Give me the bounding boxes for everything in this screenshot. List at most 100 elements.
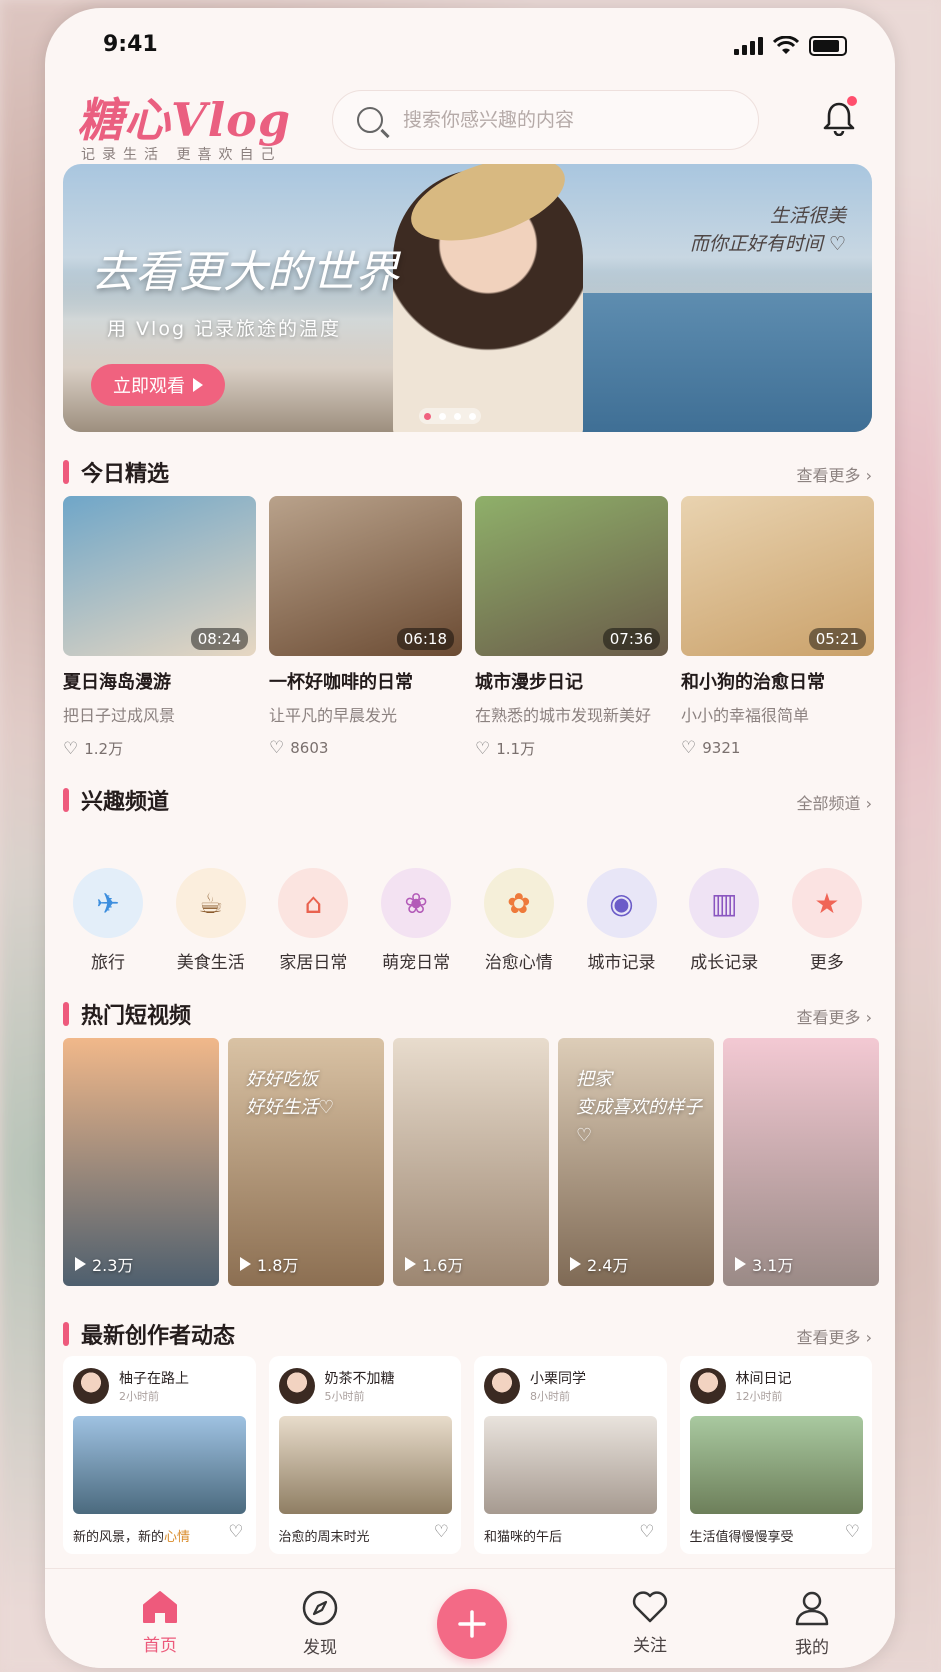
short-video[interactable]: 3.1万 bbox=[723, 1038, 879, 1286]
featured-card[interactable]: 08:24 夏日海岛漫游 把日子过成风景 ♡ 1.2万 bbox=[63, 496, 256, 759]
post-time: 2小时前 bbox=[119, 1390, 159, 1403]
battery-icon bbox=[809, 36, 847, 56]
like-count-value: 1.1万 bbox=[496, 740, 536, 758]
post-image[interactable] bbox=[689, 1416, 863, 1514]
channel-item[interactable]: ❀ 萌宠日常 bbox=[371, 868, 461, 973]
watch-now-button[interactable]: 立即观看 bbox=[91, 364, 225, 406]
short-video[interactable]: 把家 变成喜欢的样子♡ 2.4万 bbox=[558, 1038, 714, 1286]
post-image[interactable] bbox=[278, 1416, 452, 1514]
play-icon bbox=[75, 1257, 86, 1271]
channel-item[interactable]: ✿ 治愈心情 bbox=[474, 868, 564, 973]
creator-name[interactable]: 柚子在路上 bbox=[119, 1368, 189, 1388]
post-text-main: 治愈的周末时光 bbox=[278, 1530, 370, 1545]
channel-icon: ✿ bbox=[483, 868, 554, 938]
tab-label: 首页 bbox=[143, 1636, 177, 1656]
all-channels-link[interactable]: 全部频道 › bbox=[797, 790, 873, 814]
heart-icon[interactable]: ♡ bbox=[434, 1522, 449, 1542]
card-title: 夏日海岛漫游 bbox=[63, 672, 171, 693]
short-video[interactable]: 2.3万 bbox=[63, 1038, 219, 1286]
play-icon bbox=[193, 378, 203, 392]
compass-icon bbox=[302, 1590, 338, 1626]
creator-name[interactable]: 林间日记 bbox=[736, 1368, 792, 1388]
signal-icon bbox=[734, 37, 763, 55]
heart-icon[interactable]: ♡ bbox=[845, 1522, 860, 1542]
search-bar[interactable] bbox=[332, 90, 759, 150]
carousel-dot[interactable] bbox=[439, 412, 446, 420]
carousel-dot[interactable] bbox=[469, 412, 476, 420]
channel-label: 城市记录 bbox=[587, 953, 656, 973]
featured-card[interactable]: 07:36 城市漫步日记 在熟悉的城市发现新美好 ♡ 1.1万 bbox=[475, 496, 668, 759]
channel-icon: ☕ bbox=[175, 868, 246, 938]
status-bar: 9:41 bbox=[45, 8, 895, 78]
view-count: 1.8万 bbox=[240, 1252, 298, 1276]
post-text-main: 新的风景，新的 bbox=[73, 1530, 165, 1545]
creator-post[interactable]: 奶茶不加糖 5小时前 治愈的周末时光 ♡ bbox=[268, 1356, 461, 1554]
section-accent-bar bbox=[63, 788, 69, 812]
hero-banner[interactable]: 去看更大的世界 用 Vlog 记录旅途的温度 生活很美 而你正好有时间 ♡ 立即… bbox=[63, 164, 872, 432]
card-description: 小小的幸福很简单 bbox=[681, 706, 810, 725]
view-count: 2.3万 bbox=[75, 1252, 133, 1276]
carousel-dot[interactable] bbox=[454, 412, 461, 420]
channel-item[interactable]: ★ 更多 bbox=[782, 868, 872, 973]
section-accent-bar bbox=[63, 1002, 69, 1026]
search-input[interactable] bbox=[401, 108, 735, 132]
tab-follow[interactable]: 关注 bbox=[605, 1589, 695, 1656]
avatar[interactable] bbox=[73, 1368, 109, 1404]
featured-card[interactable]: 05:21 和小狗的治愈日常 小小的幸福很简单 ♡ 9321 bbox=[681, 496, 874, 759]
channel-item[interactable]: ✈ 旅行 bbox=[63, 868, 153, 973]
video-thumbnail[interactable]: 06:18 bbox=[269, 496, 462, 656]
see-more-link[interactable]: 查看更多 › bbox=[797, 1004, 873, 1028]
heart-icon[interactable]: ♡ bbox=[228, 1522, 243, 1542]
play-icon bbox=[405, 1257, 416, 1271]
tab-profile[interactable]: 我的 bbox=[767, 1589, 857, 1658]
channel-item[interactable]: ◉ 城市记录 bbox=[577, 868, 667, 973]
featured-card[interactable]: 06:18 一杯好咖啡的日常 让平凡的早晨发光 ♡ 8603 bbox=[269, 496, 462, 759]
channel-item[interactable]: ☕ 美食生活 bbox=[166, 868, 256, 973]
see-more-link[interactable]: 查看更多 › bbox=[797, 462, 873, 486]
creator-post[interactable]: 柚子在路上 2小时前 新的风景，新的心情 ♡ bbox=[63, 1356, 256, 1554]
tab-label: 关注 bbox=[633, 1636, 667, 1656]
short-caption: 好好吃饭 好好生活♡ bbox=[246, 1069, 335, 1118]
creator-name[interactable]: 小栗同学 bbox=[530, 1368, 586, 1388]
like-count[interactable]: ♡ 1.1万 bbox=[475, 738, 668, 759]
video-duration: 06:18 bbox=[396, 628, 454, 650]
creator-post[interactable]: 小栗同学 8小时前 和猫咪的午后 ♡ bbox=[474, 1356, 667, 1554]
notification-button[interactable] bbox=[817, 96, 861, 140]
see-more-link[interactable]: 查看更多 › bbox=[797, 1324, 873, 1348]
channel-item[interactable]: ▥ 成长记录 bbox=[679, 868, 769, 973]
heart-icon: ♡ bbox=[63, 738, 79, 759]
short-video[interactable]: 好好吃饭 好好生活♡ 1.8万 bbox=[228, 1038, 384, 1286]
avatar[interactable] bbox=[484, 1368, 520, 1404]
video-thumbnail[interactable]: 08:24 bbox=[63, 496, 256, 656]
creator-post[interactable]: 林间日记 12小时前 生活值得慢慢享受 ♡ bbox=[679, 1356, 872, 1554]
creator-name[interactable]: 奶茶不加糖 bbox=[325, 1368, 395, 1388]
short-video[interactable]: 1.6万 bbox=[393, 1038, 549, 1286]
create-button[interactable] bbox=[437, 1589, 507, 1659]
view-count: 3.1万 bbox=[735, 1252, 793, 1276]
avatar[interactable] bbox=[689, 1368, 726, 1404]
channel-item[interactable]: ⌂ 家居日常 bbox=[268, 868, 358, 973]
tab-discover[interactable]: 发现 bbox=[275, 1589, 365, 1658]
channel-label: 萌宠日常 bbox=[382, 953, 451, 973]
avatar[interactable] bbox=[278, 1368, 315, 1404]
heart-icon[interactable]: ♡ bbox=[639, 1522, 654, 1542]
video-thumbnail[interactable]: 07:36 bbox=[475, 496, 668, 656]
heart-icon: ♡ bbox=[681, 738, 697, 758]
like-count[interactable]: ♡ 8603 bbox=[269, 738, 462, 758]
banner-subtitle: 用 Vlog 记录旅途的温度 bbox=[107, 318, 342, 340]
carousel-dot[interactable] bbox=[424, 412, 431, 420]
carousel-indicator[interactable] bbox=[419, 408, 481, 424]
banner-sea-image bbox=[564, 292, 872, 432]
post-time: 8小时前 bbox=[530, 1390, 570, 1403]
app-logo[interactable]: 糖心Vlog bbox=[77, 84, 291, 150]
like-count[interactable]: ♡ 9321 bbox=[681, 738, 874, 758]
section-shorts: 热门短视频 查看更多 › bbox=[63, 996, 872, 1030]
post-image[interactable] bbox=[73, 1416, 246, 1514]
view-count-value: 2.4万 bbox=[587, 1256, 629, 1275]
post-image[interactable] bbox=[484, 1416, 657, 1514]
video-thumbnail[interactable]: 05:21 bbox=[681, 496, 874, 656]
tab-home[interactable]: 首页 bbox=[115, 1589, 205, 1656]
card-description: 让平凡的早晨发光 bbox=[269, 706, 398, 725]
user-icon bbox=[795, 1591, 829, 1626]
like-count[interactable]: ♡ 1.2万 bbox=[63, 738, 256, 759]
